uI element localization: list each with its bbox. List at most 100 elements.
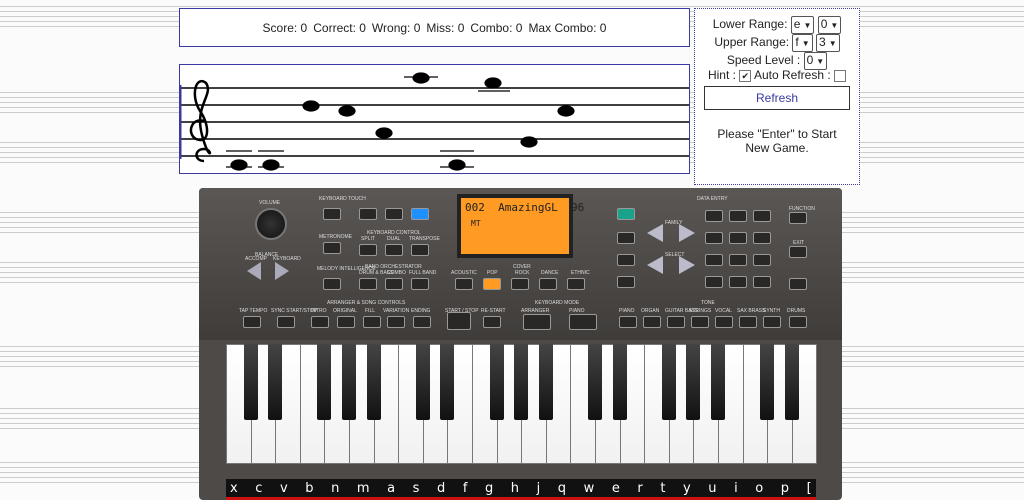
panel-button[interactable] [763,316,781,328]
refresh-button[interactable]: Refresh [704,86,850,110]
panel-button[interactable] [729,276,747,288]
panel-button[interactable] [729,232,747,244]
panel-button[interactable] [617,208,635,220]
upper-note-select[interactable]: f ▼ [792,34,813,52]
panel-button[interactable] [411,244,429,256]
panel-button[interactable] [311,316,329,328]
panel-button[interactable] [753,232,771,244]
panel-button[interactable] [715,316,733,328]
black-key[interactable] [440,344,455,420]
panel-button[interactable] [277,316,295,328]
black-key[interactable] [686,344,701,420]
panel-button[interactable] [739,316,757,328]
panel-button[interactable] [705,276,723,288]
panel-button[interactable] [617,254,635,266]
black-key[interactable] [784,344,799,420]
panel-button[interactable] [619,316,637,328]
black-key[interactable] [612,344,627,420]
key-letter-bar: x c v b n m a s d f g h j q w e r t y u i o p [ [226,479,816,497]
treble-clef-icon [189,80,212,163]
select-left-icon[interactable] [647,256,663,274]
lower-range-row: Lower Range: e ▼ 0 ▼ [695,16,859,34]
panel-button[interactable] [667,316,685,328]
panel-button[interactable] [729,254,747,266]
piano-mode-button[interactable] [569,314,597,330]
panel-button[interactable] [483,278,501,290]
arranger-button[interactable] [523,314,551,330]
panel-button[interactable] [789,316,807,328]
key-letter: m [356,480,370,496]
black-key[interactable] [760,344,775,420]
panel-button[interactable] [705,210,723,222]
lower-note-value: e [793,17,801,31]
panel-button[interactable] [643,316,661,328]
key-letter: y [682,480,691,496]
balance-left-icon[interactable] [247,262,261,280]
panel-button[interactable] [411,208,429,220]
panel-button[interactable] [387,316,405,328]
panel-button[interactable] [359,278,377,290]
panel-button[interactable] [729,210,747,222]
panel-button[interactable] [455,278,473,290]
panel-button[interactable] [243,316,261,328]
panel-button[interactable] [567,278,585,290]
auto-refresh-checkbox[interactable] [834,69,847,82]
black-key[interactable] [243,344,258,420]
panel-button[interactable] [617,276,635,288]
black-key[interactable] [711,344,725,420]
panel-button[interactable] [359,244,377,256]
select-right-icon[interactable] [679,256,695,274]
panel-button[interactable] [691,316,709,328]
panel-button[interactable] [411,278,429,290]
panel-button[interactable] [539,278,557,290]
family-right-icon[interactable] [679,224,695,242]
panel-button[interactable] [385,278,403,290]
panel-button[interactable] [753,276,771,288]
black-key[interactable] [538,344,553,420]
panel-button[interactable] [483,316,501,328]
black-key[interactable] [661,344,676,420]
black-key[interactable] [588,344,602,420]
panel-button[interactable] [511,278,529,290]
panel-button[interactable] [617,232,635,244]
panel-button[interactable] [363,316,381,328]
key-letter: f [462,480,468,496]
panel-label: RE-START [481,308,506,314]
panel-button[interactable] [323,242,341,254]
panel-button[interactable] [789,212,807,224]
chevron-down-icon: ▼ [828,39,837,48]
family-left-icon[interactable] [647,224,663,242]
black-key[interactable] [342,344,356,420]
black-key[interactable] [415,344,430,420]
panel-button[interactable] [789,278,807,290]
panel-button[interactable] [705,232,723,244]
panel-button[interactable] [705,254,723,266]
panel-button[interactable] [789,246,807,258]
black-key[interactable] [366,344,381,420]
panel-label: ORIGINAL [333,308,357,314]
panel-button[interactable] [337,316,355,328]
panel-label: VOLUME [259,200,281,206]
key-letter: d [437,480,446,496]
upper-octave-select[interactable]: 3 ▼ [816,34,840,52]
panel-button[interactable] [323,208,341,220]
lower-octave-select[interactable]: 0 ▼ [817,16,842,34]
panel-button[interactable] [385,208,403,220]
black-key[interactable] [268,344,283,420]
panel-button[interactable] [385,244,403,256]
black-key[interactable] [514,344,529,420]
balance-right-icon[interactable] [275,262,289,280]
panel-button[interactable] [753,210,771,222]
volume-knob-icon[interactable] [255,208,287,240]
key-letter: a [387,480,396,496]
black-key[interactable] [489,344,504,420]
panel-button[interactable] [413,316,431,328]
panel-button[interactable] [753,254,771,266]
panel-button[interactable] [359,208,377,220]
lower-note-select[interactable]: e ▼ [790,16,815,34]
start-stop-button[interactable] [447,312,471,330]
black-key[interactable] [317,344,332,420]
panel-button[interactable] [323,278,341,290]
key-letter: c [255,480,263,496]
hint-checkbox[interactable]: ✔ [739,69,752,82]
